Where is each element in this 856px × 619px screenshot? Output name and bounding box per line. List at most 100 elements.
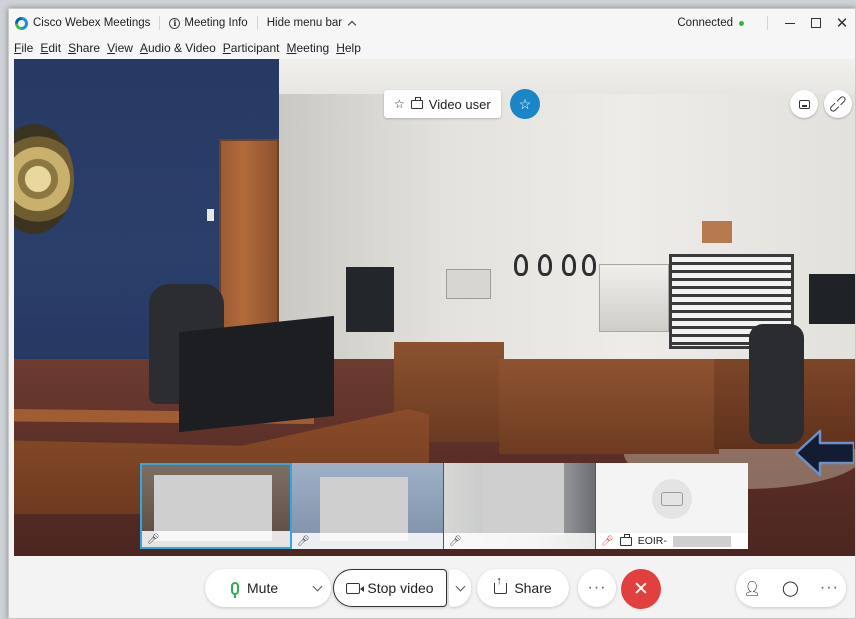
participant-thumbnail[interactable]: 🎤︎ xyxy=(292,463,444,549)
mic-icon: 🎤︎ xyxy=(297,535,310,547)
redacted-face xyxy=(482,463,564,535)
hide-menu-bar-button[interactable]: Hide menu bar xyxy=(266,17,357,30)
stop-video-label: Stop video xyxy=(367,580,434,596)
camera-icon xyxy=(619,533,632,546)
participant-name: EOIR- xyxy=(637,535,667,547)
video-scene xyxy=(207,209,214,221)
share-icon xyxy=(494,575,508,594)
webex-window: Cisco Webex Meetings i Meeting Info Hide… xyxy=(8,8,856,619)
thumbnail-label-bar: 🎤︎ EOIR- xyxy=(596,533,748,549)
connection-status-label: Connected xyxy=(677,17,733,29)
side-panel-controls: 👤︎ ◯ ··· xyxy=(736,569,846,607)
title-separator xyxy=(159,16,161,30)
menu-edit[interactable]: Edit xyxy=(40,41,61,55)
app-title: Cisco Webex Meetings xyxy=(33,17,151,29)
more-icon: ··· xyxy=(587,579,607,596)
participants-icon[interactable]: 👤︎ xyxy=(743,580,761,597)
chevron-up-icon xyxy=(347,20,357,30)
menu-bar: File Edit Share View Audio & Video Parti… xyxy=(9,37,855,59)
chevron-down-icon[interactable] xyxy=(312,581,323,591)
close-icon: ✕ xyxy=(835,15,849,32)
participant-thumbnail[interactable]: 🎤︎ xyxy=(444,463,596,549)
redacted-name xyxy=(672,535,731,547)
video-scene xyxy=(219,139,279,349)
title-right-group: Connected ✕ xyxy=(677,9,855,37)
video-scene xyxy=(446,269,491,299)
video-options-button[interactable] xyxy=(449,569,471,607)
screen-device-icon xyxy=(661,492,683,506)
pin-icon: ☆ xyxy=(518,95,532,112)
video-scene xyxy=(269,59,855,94)
camera-icon xyxy=(410,96,423,109)
connection-dot-icon xyxy=(739,20,744,26)
video-scene xyxy=(702,221,732,243)
info-icon: i xyxy=(169,17,181,29)
mic-icon: 🎤︎ xyxy=(449,535,462,547)
title-separator xyxy=(256,16,258,30)
video-scene xyxy=(179,315,334,433)
pin-video-button[interactable]: ☆ xyxy=(510,89,540,119)
video-scene xyxy=(514,254,528,276)
video-scene xyxy=(809,274,855,324)
menu-audio-video[interactable]: Audio & Video xyxy=(140,41,216,55)
video-scene xyxy=(599,264,669,332)
main-video-stage: ☆ Video user ☆ ⊂⊃ 🎤︎ 🎤︎ 🎤︎ 🎤︎ EOIR- xyxy=(14,59,855,556)
share-label: Share xyxy=(514,580,552,596)
participant-thumbnail[interactable]: 🎤︎ EOIR- xyxy=(596,463,748,549)
mute-main: Mute xyxy=(231,580,279,598)
pin-icon: ☆ xyxy=(394,97,405,111)
menu-participant[interactable]: Participant xyxy=(223,41,280,55)
end-meeting-button[interactable]: ✕ xyxy=(621,569,661,609)
menu-file[interactable]: File xyxy=(14,41,33,55)
microphone-icon xyxy=(231,581,239,598)
video-scene xyxy=(346,267,394,332)
menu-meeting[interactable]: Meeting xyxy=(287,41,330,55)
chevron-down-icon xyxy=(455,581,465,591)
meeting-info-button[interactable]: i Meeting Info xyxy=(169,17,248,29)
meeting-info-label: Meeting Info xyxy=(184,17,248,29)
layout-button[interactable] xyxy=(790,90,818,118)
link-button[interactable]: ⊂⊃ xyxy=(824,90,852,118)
thumbnail-label-bar: 🎤︎ xyxy=(142,531,290,547)
video-camera-icon xyxy=(346,582,365,594)
minimize-icon xyxy=(785,22,795,24)
participant-thumbnail[interactable]: 🎤︎ xyxy=(140,463,292,549)
mute-label: Mute xyxy=(247,580,279,596)
share-button[interactable]: Share xyxy=(477,569,569,607)
menu-share[interactable]: Share xyxy=(68,41,100,55)
video-scene xyxy=(538,254,552,276)
mic-icon: 🎤︎ xyxy=(147,533,160,545)
mic-muted-icon: 🎤︎ xyxy=(601,535,614,547)
minimize-button[interactable] xyxy=(777,9,803,37)
maximize-button[interactable] xyxy=(803,9,829,37)
participant-thumbnails: 🎤︎ 🎤︎ 🎤︎ 🎤︎ EOIR- xyxy=(140,463,751,549)
video-user-label: Video user xyxy=(428,96,491,112)
stop-video-button[interactable]: Stop video xyxy=(333,569,447,607)
meeting-controls: Mute Stop video Share ··· ✕ 👤︎ ◯ ··· xyxy=(9,556,855,618)
annotation-arrow-icon xyxy=(794,429,854,477)
menu-view[interactable]: View xyxy=(107,41,133,55)
close-icon: ✕ xyxy=(633,578,649,600)
more-options-button[interactable]: ··· xyxy=(578,569,616,607)
menu-help[interactable]: Help xyxy=(336,41,361,55)
thumbnail-label-bar: 🎤︎ xyxy=(292,533,443,549)
hide-menu-bar-label: Hide menu bar xyxy=(266,17,343,29)
mute-button[interactable]: Mute xyxy=(205,569,331,607)
connection-status: Connected xyxy=(677,17,744,29)
chat-icon[interactable]: ◯ xyxy=(782,579,799,597)
close-window-button[interactable]: ✕ xyxy=(829,9,855,37)
video-scene xyxy=(582,254,596,276)
thumbnail-label-bar: 🎤︎ xyxy=(444,533,595,549)
title-bar: Cisco Webex Meetings i Meeting Info Hide… xyxy=(9,9,855,37)
video-user-pill[interactable]: ☆ Video user xyxy=(384,90,501,118)
title-separator xyxy=(767,16,768,30)
video-scene xyxy=(499,359,719,454)
more-icon[interactable]: ··· xyxy=(820,580,839,596)
webex-logo-icon xyxy=(15,16,28,30)
redacted-face xyxy=(320,477,408,541)
video-scene xyxy=(562,254,576,276)
layout-icon xyxy=(798,99,810,109)
maximize-icon xyxy=(811,18,821,28)
avatar xyxy=(652,479,692,519)
link-icon: ⊂⊃ xyxy=(824,90,851,117)
